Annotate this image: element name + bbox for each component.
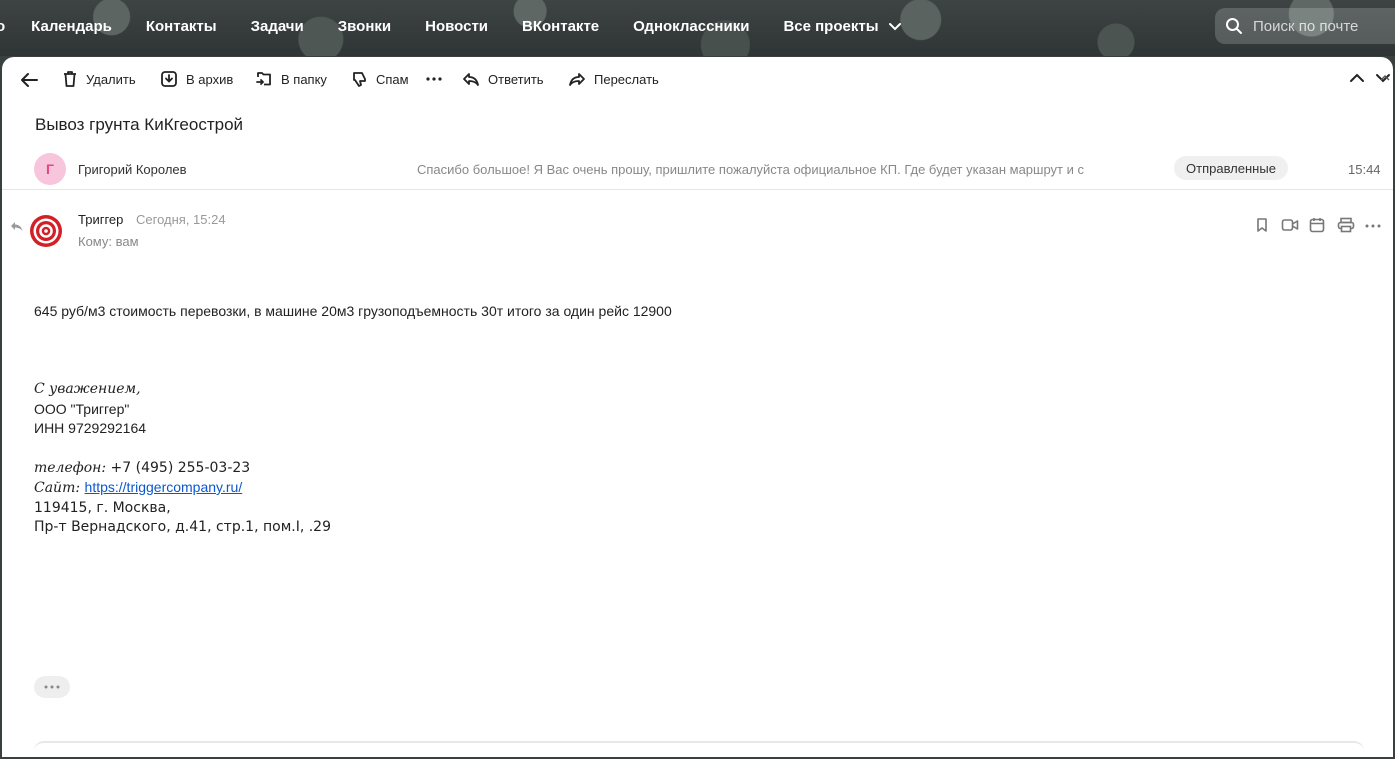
back-arrow-icon[interactable] bbox=[18, 69, 40, 91]
archive-button[interactable]: В архив bbox=[160, 57, 233, 101]
move-to-folder-button[interactable]: В папку bbox=[255, 57, 327, 101]
forward-button[interactable]: Переслать bbox=[568, 57, 659, 101]
search-input[interactable] bbox=[1251, 16, 1385, 36]
signature-site-link[interactable]: https://triggercompany.ru/ bbox=[85, 479, 243, 495]
search-icon bbox=[1226, 18, 1242, 34]
message-recipient[interactable]: Кому: вам bbox=[78, 234, 139, 249]
calendar-icon[interactable] bbox=[1309, 217, 1325, 233]
trash-icon bbox=[64, 71, 76, 87]
delete-button[interactable]: Удалить bbox=[62, 57, 136, 101]
chevron-up-icon[interactable] bbox=[1348, 69, 1366, 87]
signature-site-label: Сайт: bbox=[34, 480, 85, 496]
signature-greeting: С уважением, bbox=[34, 381, 141, 397]
bookmark-icon[interactable] bbox=[1255, 217, 1269, 233]
nav-item-calls[interactable]: Звонки bbox=[338, 18, 391, 35]
replied-icon bbox=[11, 222, 23, 231]
spam-label: Спам bbox=[376, 71, 409, 87]
signature-phone-label: телефон: bbox=[34, 459, 111, 476]
chevron-down-icon bbox=[888, 23, 901, 31]
reply-label: Ответить bbox=[488, 71, 544, 87]
top-navigation-bar: о Календарь Контакты Задачи Звонки Новос… bbox=[0, 0, 1395, 56]
signature-company: ООО "Триггер" bbox=[34, 400, 130, 417]
thread-snippet: Спасибо большое! Я Вас очень прошу, приш… bbox=[417, 162, 1084, 177]
scrollbar-up-arrow-icon[interactable] bbox=[1380, 73, 1390, 83]
message-toolbar: Удалить В архив В папку Спам Ответить Пе… bbox=[2, 57, 1393, 101]
move-to-folder-icon bbox=[256, 72, 271, 86]
folder-badge[interactable]: Отправленные bbox=[1174, 156, 1288, 180]
search-box[interactable] bbox=[1215, 8, 1395, 44]
more-actions-button[interactable] bbox=[426, 57, 450, 101]
sender-logo-target-icon bbox=[30, 215, 62, 247]
nav-item-odnoklassniki[interactable]: Одноклассники bbox=[633, 18, 749, 35]
nav-item-contacts[interactable]: Контакты bbox=[146, 18, 217, 35]
nav-item-vkontakte[interactable]: ВКонтакте bbox=[522, 18, 599, 35]
nav-menu: о Календарь Контакты Задачи Звонки Новос… bbox=[0, 0, 937, 52]
message-body-text: 645 руб/м3 стоимость перевозки, в машине… bbox=[34, 303, 672, 319]
signature-block: С уважением, ООО "Триггер" ИНН 972929216… bbox=[34, 380, 331, 538]
more-horizontal-icon bbox=[426, 77, 442, 81]
move-to-folder-label: В папку bbox=[281, 71, 327, 87]
delete-label: Удалить bbox=[86, 71, 136, 87]
more-horizontal-icon[interactable] bbox=[1365, 223, 1381, 229]
nav-item-tasks[interactable]: Задачи bbox=[251, 18, 304, 35]
signature-inn: ИНН 9729292164 bbox=[34, 420, 147, 436]
reply-icon bbox=[463, 73, 479, 86]
forward-icon bbox=[569, 73, 585, 86]
signature-site-line: Сайт: https://triggercompany.ru/ bbox=[34, 478, 331, 499]
sender-avatar: Г bbox=[34, 153, 66, 185]
thread-sender: Григорий Королев bbox=[78, 162, 187, 177]
more-horizontal-icon bbox=[44, 685, 60, 689]
signature-phone[interactable]: +7 (495) 255-03-23 bbox=[111, 460, 251, 476]
forward-label: Переслать bbox=[594, 71, 659, 87]
nav-item-all-projects[interactable]: Все проекты bbox=[783, 18, 902, 35]
thumbs-down-icon bbox=[353, 72, 366, 87]
message-subject: Вывоз грунта КиКгеострой bbox=[35, 115, 244, 134]
reply-box-edge[interactable] bbox=[34, 741, 1364, 759]
nav-item-news[interactable]: Новости bbox=[425, 18, 488, 35]
signature-address-1: 119415, г. Москва, bbox=[34, 499, 171, 516]
signature-phone-line: телефон: +7 (495) 255-03-23 bbox=[34, 458, 331, 479]
nav-item-mail[interactable]: о bbox=[0, 18, 5, 35]
thread-message-row[interactable]: Г Григорий Королев Спасибо большое! Я Ва… bbox=[2, 149, 1393, 190]
spam-button[interactable]: Спам bbox=[350, 57, 409, 101]
show-quoted-button[interactable] bbox=[34, 676, 70, 698]
video-call-icon[interactable] bbox=[1281, 217, 1299, 233]
thread-time: 15:44 bbox=[1348, 162, 1381, 177]
archive-icon bbox=[161, 71, 177, 87]
nav-item-all-projects-label: Все проекты bbox=[783, 17, 879, 35]
message-sender[interactable]: Триггер bbox=[78, 212, 123, 227]
print-icon[interactable] bbox=[1337, 217, 1355, 233]
message-date: Сегодня, 15:24 bbox=[136, 212, 226, 227]
signature-address-2: Пр-т Вернадского, д.41, стр.1, пом.I, .2… bbox=[34, 519, 331, 535]
archive-label: В архив bbox=[186, 71, 234, 87]
message-panel: Удалить В архив В папку Спам Ответить Пе… bbox=[2, 57, 1393, 757]
nav-item-calendar[interactable]: Календарь bbox=[31, 18, 112, 35]
reply-button[interactable]: Ответить bbox=[462, 57, 544, 101]
